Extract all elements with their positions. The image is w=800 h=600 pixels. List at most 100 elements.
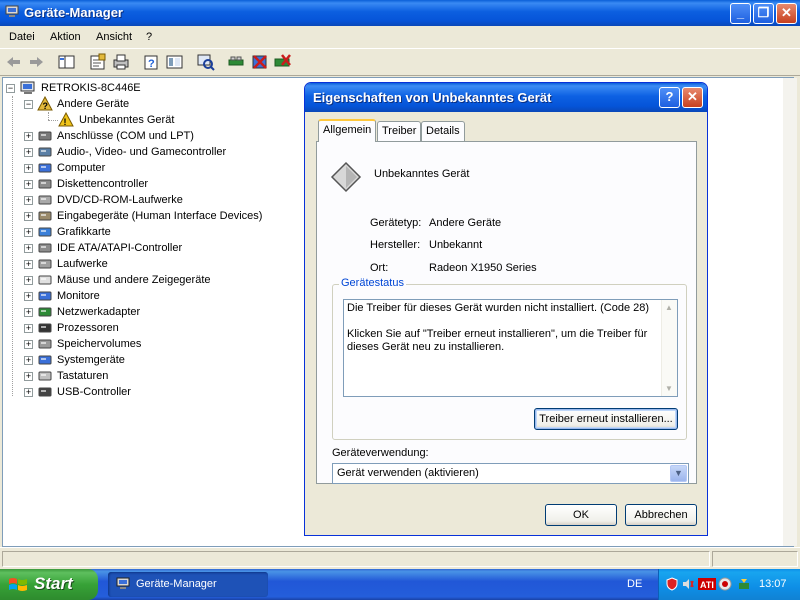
print-icon[interactable] — [111, 53, 131, 71]
menu-aktion[interactable]: Aktion — [50, 31, 81, 43]
device-status-group: Gerätestatus Die Treiber für dieses Gerä… — [332, 277, 687, 440]
help-icon[interactable]: ? — [142, 53, 162, 71]
toolbar: ? — [0, 48, 800, 76]
speaker-icon[interactable] — [681, 577, 695, 591]
tree-item[interactable]: + DVD/CD-ROM-Laufwerke — [24, 192, 324, 208]
dialog-close-button[interactable]: ✕ — [682, 87, 703, 108]
forward-arrow-icon[interactable] — [26, 53, 46, 71]
tree-item[interactable]: −? Andere Geräte — [24, 96, 324, 112]
device-manager-icon — [116, 577, 130, 589]
tree-item-child[interactable]: ! Unbekanntes Gerät — [42, 112, 342, 128]
antivirus-icon[interactable] — [718, 577, 732, 591]
update-driver-icon[interactable] — [227, 53, 247, 71]
tree-item[interactable]: + USB-Controller — [24, 384, 324, 400]
ok-button[interactable]: OK — [545, 504, 617, 526]
expand-toggle-icon[interactable]: + — [24, 228, 33, 237]
tree-item-label: Computer — [57, 162, 106, 174]
back-arrow-icon[interactable] — [4, 53, 24, 71]
collapse-toggle-icon[interactable]: − — [24, 100, 33, 109]
expand-toggle-icon[interactable]: + — [24, 196, 33, 205]
uninstall-icon[interactable] — [250, 53, 270, 71]
expand-toggle-icon[interactable]: + — [24, 148, 33, 157]
tree-item[interactable]: + IDE ATA/ATAPI-Controller — [24, 240, 324, 256]
expand-toggle-icon[interactable]: + — [24, 180, 33, 189]
window-title: Geräte-Manager — [24, 5, 123, 20]
tree-item[interactable]: + Audio-, Video- und Gamecontroller — [24, 144, 324, 160]
properties-dialog: Eigenschaften von Unbekanntes Gerät ? ✕ … — [304, 82, 708, 536]
port-icon — [38, 131, 52, 141]
expand-toggle-icon[interactable]: + — [24, 132, 33, 141]
tree-item[interactable]: + Computer — [24, 160, 324, 176]
status-scrollbar[interactable]: ▲ ▼ — [661, 300, 677, 396]
tree-item[interactable]: + Laufwerke — [24, 256, 324, 272]
menu-ansicht[interactable]: Ansicht — [96, 31, 132, 43]
expand-toggle-icon[interactable]: + — [24, 164, 33, 173]
minimize-button[interactable]: _ — [730, 3, 751, 24]
menu-help[interactable]: ? — [146, 31, 152, 43]
tab-allgemein[interactable]: Allgemein — [318, 119, 377, 142]
clock[interactable]: 13:07 — [759, 578, 787, 590]
collapse-toggle-icon[interactable]: − — [6, 84, 15, 93]
usb-icon — [38, 387, 52, 397]
tree-item[interactable]: + Netzwerkadapter — [24, 304, 324, 320]
tree-root[interactable]: − RETROKIS-8C446E — [6, 80, 306, 96]
tree-scrollbar[interactable] — [783, 78, 797, 546]
tree-item[interactable]: + Mäuse und andere Zeigegeräte — [24, 272, 324, 288]
security-shield-icon[interactable] — [665, 577, 679, 591]
expand-toggle-icon[interactable]: + — [24, 244, 33, 253]
tree-item-label: Eingabegeräte (Human Interface Devices) — [57, 210, 263, 222]
tree-item-label: Anschlüsse (COM und LPT) — [57, 130, 194, 142]
tree-item-label: IDE ATA/ATAPI-Controller — [57, 242, 183, 254]
help-button[interactable]: ? — [659, 87, 680, 108]
device-usage-select[interactable]: Gerät verwenden (aktivieren) ▼ — [332, 463, 689, 484]
maximize-button[interactable]: ❐ — [753, 3, 774, 24]
expand-toggle-icon[interactable]: + — [24, 356, 33, 365]
chevron-down-icon[interactable]: ▼ — [670, 465, 687, 482]
expand-toggle-icon[interactable]: + — [24, 324, 33, 333]
tree-item[interactable]: + Grafikkarte — [24, 224, 324, 240]
taskbar-item-device-manager[interactable]: Geräte-Manager — [108, 572, 268, 597]
tree-item[interactable]: + Anschlüsse (COM und LPT) — [24, 128, 324, 144]
tree-item[interactable]: + Systemgeräte — [24, 352, 324, 368]
tab-treiber[interactable]: Treiber — [377, 121, 422, 141]
show-hide-icon[interactable] — [165, 53, 185, 71]
windows-logo-icon — [9, 578, 27, 591]
network-adapter-icon — [38, 307, 52, 317]
close-button[interactable]: ✕ — [776, 3, 797, 24]
tab-details[interactable]: Details — [421, 121, 465, 141]
expand-toggle-icon[interactable]: + — [24, 308, 33, 317]
tree-item[interactable]: + Diskettencontroller — [24, 176, 324, 192]
dialog-title: Eigenschaften von Unbekanntes Gerät — [313, 90, 552, 105]
status-segment — [712, 551, 798, 567]
taskbar: Start Geräte-Manager DE ATI 13:07 — [0, 569, 800, 600]
device-status-text: Die Treiber für dieses Gerät wurden nich… — [343, 299, 678, 397]
disable-device-icon[interactable] — [273, 53, 293, 71]
dialog-titlebar[interactable]: Eigenschaften von Unbekanntes Gerät ? ✕ — [305, 83, 707, 112]
start-button[interactable]: Start — [0, 569, 98, 600]
language-indicator[interactable]: DE — [627, 578, 642, 590]
window-titlebar[interactable]: Geräte-Manager _ ❐ ✕ — [0, 0, 800, 26]
console-tree-icon[interactable] — [57, 53, 77, 71]
tree-item-label: Prozessoren — [57, 322, 119, 334]
cancel-button[interactable]: Abbrechen — [625, 504, 697, 526]
expand-toggle-icon[interactable]: + — [24, 372, 33, 381]
scan-hardware-icon[interactable] — [196, 53, 216, 71]
properties-icon[interactable] — [88, 53, 108, 71]
scroll-down-icon: ▼ — [665, 384, 673, 393]
menu-datei[interactable]: Datei — [9, 31, 35, 43]
tree-item[interactable]: + Prozessoren — [24, 320, 324, 336]
expand-toggle-icon[interactable]: + — [24, 292, 33, 301]
expand-toggle-icon[interactable]: + — [24, 260, 33, 269]
tree-item[interactable]: + Speichervolumes — [24, 336, 324, 352]
expand-toggle-icon[interactable]: + — [24, 276, 33, 285]
expand-toggle-icon[interactable]: + — [24, 212, 33, 221]
network-icon[interactable] — [737, 577, 751, 591]
expand-toggle-icon[interactable]: + — [24, 340, 33, 349]
device-status-content: Die Treiber für dieses Gerät wurden nich… — [347, 302, 657, 354]
reinstall-driver-button[interactable]: Treiber erneut installieren... — [534, 408, 678, 430]
ati-icon[interactable]: ATI — [698, 577, 716, 591]
tree-item[interactable]: + Tastaturen — [24, 368, 324, 384]
expand-toggle-icon[interactable]: + — [24, 388, 33, 397]
tree-item[interactable]: + Monitore — [24, 288, 324, 304]
tree-item[interactable]: + Eingabegeräte (Human Interface Devices) — [24, 208, 324, 224]
